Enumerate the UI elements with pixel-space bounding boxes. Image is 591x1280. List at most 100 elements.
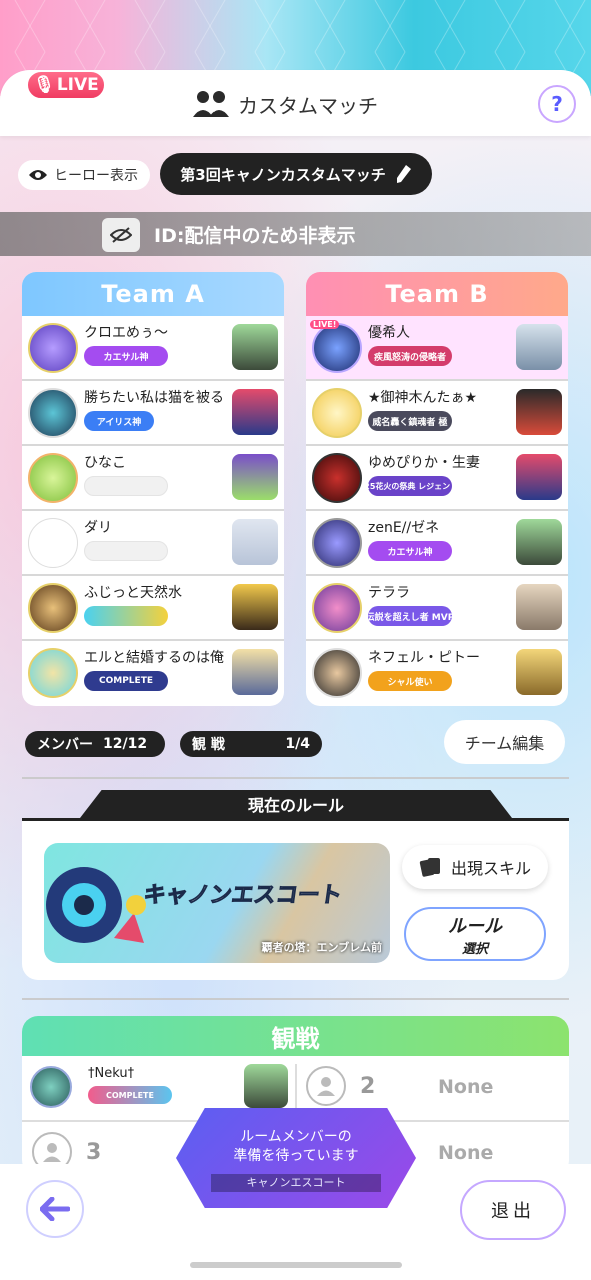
player-name: 勝ちたい私は猫を被る [84, 390, 224, 406]
player-avatar [312, 323, 362, 373]
player-title-badge: カエサル神 [368, 541, 452, 561]
team-b-member-row[interactable]: テララ伝説を超えし者 MVP [306, 576, 568, 641]
spectator-avatar [30, 1066, 72, 1108]
rule-mode-title: キャノンエスコート [141, 883, 344, 909]
player-name: ★御神木んたぁ★ [368, 390, 478, 406]
arrow-left-icon [40, 1197, 70, 1221]
player-name: クロエめぅ〜 [84, 325, 168, 341]
back-button[interactable] [26, 1180, 84, 1238]
player-name: ダリ [84, 520, 112, 536]
spectator-badge: COMPLETE [88, 1086, 172, 1104]
player-title-badge [84, 606, 168, 626]
spectator-slot-2[interactable]: 2 [306, 1066, 375, 1106]
player-title-badge-empty [84, 541, 168, 561]
waiting-status-banner: ルームメンバーの 準備を待っています キャノンエスコート [176, 1108, 416, 1208]
spectator-count-label: 観 戦 [192, 737, 225, 753]
cards-icon [419, 858, 440, 877]
character-icon [232, 519, 278, 565]
live-mini-badge: LIVE! [310, 320, 340, 329]
character-icon [232, 454, 278, 500]
home-indicator [190, 1262, 402, 1268]
member-count-label: メンバー [37, 737, 93, 753]
id-visibility-button[interactable] [102, 218, 140, 252]
rule-select-line1: ルール [448, 915, 502, 937]
team-a-member-row[interactable]: クロエめぅ〜カエサル神 [22, 316, 284, 381]
room-id-bar: ID:配信中のため非表示 [0, 212, 591, 256]
player-title-badge: シャル使い [368, 671, 452, 691]
spectator-count-pill: 観 戦 1/4 [180, 731, 322, 757]
leave-room-button[interactable]: 退出 [460, 1180, 566, 1240]
current-rule-card: キャノンエスコート 覇者の塔：エンブレム前 出現スキル ルール 選択 [22, 818, 569, 980]
match-name-label: 第3回キャノンカスタムマッチ [180, 165, 386, 184]
player-name: テララ [368, 585, 410, 601]
character-icon [516, 389, 562, 435]
live-label: LIVE [56, 75, 99, 95]
room-id-text: ID:配信中のため非表示 [154, 225, 356, 247]
team-a-panel: Team A クロエめぅ〜 カエサル神 勝ちたい私は猫を被る アイリス神 ひなこ ダ… [22, 272, 284, 706]
character-icon [516, 649, 562, 695]
team-a-member-row[interactable]: ダリ [22, 511, 284, 576]
page-title: カスタムマッチ [238, 93, 378, 118]
spectator-slot-value: None [438, 1076, 494, 1098]
mic-icon: 🎙 [33, 75, 55, 95]
spectator-slot-number: 2 [360, 1073, 376, 1099]
player-avatar [312, 648, 362, 698]
team-b-member-row[interactable]: ゆめぴりか・生妻 '25花火の祭典 レジェンド [306, 446, 568, 511]
team-b-member-row[interactable]: LIVE! 優希人 疾風怒涛の侵略者 [306, 316, 568, 381]
team-b-member-row[interactable]: zenE//ゼネ カエサル神 [306, 511, 568, 576]
character-icon [516, 519, 562, 565]
spectator-slot-number: 3 [86, 1139, 102, 1165]
team-b-member-row[interactable]: ★御神木んたぁ★ 威名轟く鎮魂者 極 [306, 381, 568, 446]
help-button[interactable]: ? [538, 85, 576, 123]
custom-match-icon [193, 91, 229, 117]
character-icon [516, 584, 562, 630]
character-icon [232, 649, 278, 695]
player-avatar-empty [28, 518, 78, 568]
spectator-count-value: 1/4 [285, 736, 310, 752]
player-title-badge: 疾風怒涛の侵略者 [368, 346, 452, 366]
appearing-skills-button[interactable]: 出現スキル [402, 845, 548, 889]
rule-select-button[interactable]: ルール 選択 [404, 907, 546, 961]
team-b-header: Team B [306, 272, 568, 316]
player-title-badge: カエサル神 [84, 346, 168, 366]
rule-select-line2: 選択 [461, 941, 488, 957]
player-avatar [312, 518, 362, 568]
character-icon [516, 324, 562, 370]
player-avatar [28, 583, 78, 633]
user-placeholder-icon [306, 1066, 346, 1106]
team-edit-button[interactable]: チーム編集 [444, 720, 565, 764]
divider [22, 998, 569, 1000]
team-b-member-row[interactable]: ネフェル・ピトーシャル使い [306, 641, 568, 706]
live-badge: 🎙 LIVE [26, 70, 106, 100]
current-rule-heading: 現在のルール [80, 790, 512, 818]
player-avatar [28, 323, 78, 373]
player-title-badge: 威名轟く鎮魂者 極 [368, 411, 452, 431]
hero-display-toggle[interactable]: ヒーロー表示 [18, 160, 150, 190]
player-avatar [312, 388, 362, 438]
team-a-member-row[interactable]: ひなこ [22, 446, 284, 511]
eye-icon [29, 170, 47, 180]
team-a-member-row[interactable]: エルと結婚するのは俺 COMPLETE [22, 641, 284, 706]
player-avatar [28, 453, 78, 503]
character-icon [232, 389, 278, 435]
player-name: ネフェル・ピトー [368, 650, 480, 666]
player-avatar [28, 388, 78, 438]
match-name-button[interactable]: 第3回キャノンカスタムマッチ [160, 153, 432, 195]
spectator-name: †Neku† [88, 1066, 135, 1081]
hero-toggle-label: ヒーロー表示 [54, 168, 138, 184]
pencil-icon [396, 165, 411, 183]
character-icon [232, 324, 278, 370]
player-title-badge: アイリス神 [84, 411, 154, 431]
player-title-badge: COMPLETE [84, 671, 168, 691]
team-a-member-row[interactable]: ふじっと天然水 [22, 576, 284, 641]
help-label: ? [551, 92, 563, 116]
spectator-slot-1[interactable]: †Neku† COMPLETE [22, 1058, 294, 1116]
waiting-line2: 準備を待っています [233, 1148, 359, 1164]
page-title-group: カスタムマッチ [192, 88, 378, 120]
player-title-badge: 伝説を超えし者 MVP [368, 606, 452, 626]
member-count-value: 12/12 [103, 736, 148, 752]
team-a-member-row[interactable]: 勝ちたい私は猫を被るアイリス神 [22, 381, 284, 446]
appearing-skills-label: 出現スキル [450, 859, 531, 878]
player-name: ひなこ [84, 455, 126, 471]
character-icon [232, 584, 278, 630]
